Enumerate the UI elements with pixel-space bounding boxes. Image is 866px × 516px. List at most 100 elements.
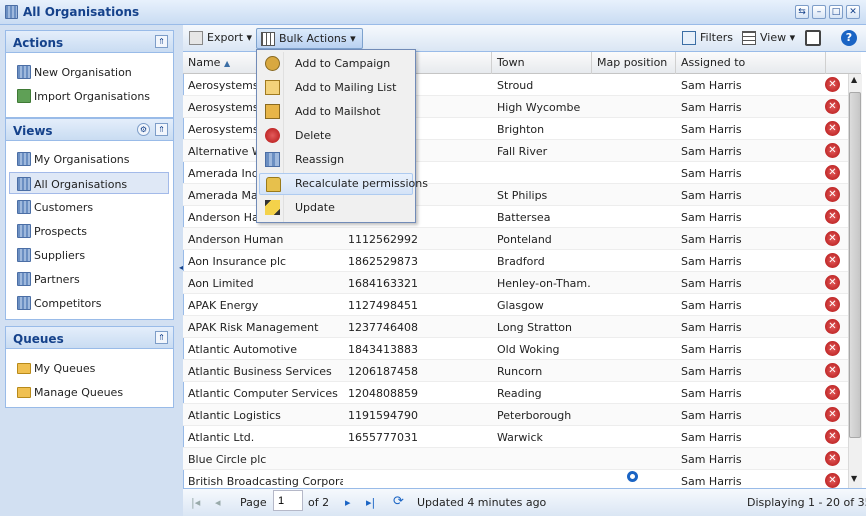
table-row[interactable]: APAK Risk Management 1237746408 Long Strat… xyxy=(183,316,848,338)
delete-icon[interactable]: ✕ xyxy=(825,99,840,114)
first-page-icon[interactable]: |◂ xyxy=(191,496,200,509)
minimize-icon[interactable]: – xyxy=(812,5,826,19)
table-row[interactable]: Atlantic Computer Services 1204808859 Read… xyxy=(183,382,848,404)
scroll-down-icon[interactable]: ▼ xyxy=(851,474,857,483)
menu-item-delete[interactable]: Delete xyxy=(259,125,413,147)
new-organisation-link[interactable]: New Organisation xyxy=(6,61,173,83)
refresh-icon[interactable]: ⟳ xyxy=(393,494,404,509)
delete-icon[interactable]: ✕ xyxy=(825,143,840,158)
actions-panel-title: Actions xyxy=(6,31,173,53)
menu-item-recalculate-permissions[interactable]: Recalculate permissions xyxy=(259,173,428,195)
delete-icon[interactable]: ✕ xyxy=(825,363,840,378)
collapse-icon[interactable]: ⇑ xyxy=(155,35,168,48)
delete-icon[interactable]: ✕ xyxy=(825,231,840,246)
mailshot-icon xyxy=(265,104,280,119)
column-assigned-label: Assigned to xyxy=(681,56,746,69)
menu-item-add-to-mailshot[interactable]: Add to Mailshot xyxy=(259,101,413,123)
table-row[interactable]: Blue Circle plc Sam Harris ✕ xyxy=(183,448,848,470)
maximize-icon[interactable]: □ xyxy=(829,5,843,19)
help-icon[interactable]: ? xyxy=(841,30,857,46)
sort-asc-icon: ▲ xyxy=(223,59,231,68)
menu-item-add-to-campaign[interactable]: Add to Campaign xyxy=(259,53,413,75)
delete-icon[interactable]: ✕ xyxy=(825,473,840,488)
export-button[interactable]: Export ▾ xyxy=(185,28,258,49)
table-row[interactable]: Aon Insurance plc 1862529873 Bradford Sam H… xyxy=(183,250,848,272)
table-row[interactable]: Atlantic Automotive 1843413883 Old Woking S… xyxy=(183,338,848,360)
menu-item-add-to-mailing-list[interactable]: Add to Mailing List xyxy=(259,77,413,99)
delete-icon[interactable]: ✕ xyxy=(825,385,840,400)
prev-page-icon[interactable]: ◂ xyxy=(215,496,221,509)
view-label: Suppliers xyxy=(34,249,86,262)
column-map-label: Map position xyxy=(597,56,668,69)
view-prospects[interactable]: Prospects xyxy=(6,220,173,242)
delete-icon[interactable]: ✕ xyxy=(825,451,840,466)
view-customers[interactable]: Customers xyxy=(6,196,173,218)
table-row[interactable]: Aon Limited 1684163321 Henley-on-Tham… Sam … xyxy=(183,272,848,294)
menu-item-reassign[interactable]: Reassign xyxy=(259,149,413,171)
view-my-organisations[interactable]: My Organisations xyxy=(6,148,173,170)
delete-icon[interactable]: ✕ xyxy=(825,209,840,224)
cell-phone: 1127498451 xyxy=(348,299,418,312)
restore-icon[interactable]: ⇆ xyxy=(795,5,809,19)
table-row[interactable]: Atlantic Logistics 1191594790 Peterborough… xyxy=(183,404,848,426)
view-label: My Organisations xyxy=(34,153,130,166)
view-label: Partners xyxy=(34,273,80,286)
filters-label: Filters xyxy=(700,31,733,44)
delete-icon[interactable]: ✕ xyxy=(825,121,840,136)
last-page-icon[interactable]: ▸| xyxy=(366,496,375,509)
settings-icon[interactable]: ⚙ xyxy=(137,123,150,136)
import-organisations-link[interactable]: Import Organisations xyxy=(6,85,173,107)
column-assigned-to[interactable]: Assigned to xyxy=(676,52,826,74)
collapse-icon[interactable]: ⇑ xyxy=(155,123,168,136)
column-map-position[interactable]: Map position xyxy=(592,52,676,74)
table-row[interactable]: British Broadcasting Corpora… Sam Harris ✕ xyxy=(183,470,848,488)
collapse-icon[interactable]: ⇑ xyxy=(155,331,168,344)
delete-icon[interactable]: ✕ xyxy=(825,319,840,334)
close-icon[interactable]: ✕ xyxy=(846,5,860,19)
delete-icon[interactable]: ✕ xyxy=(825,165,840,180)
view-partners[interactable]: Partners xyxy=(6,268,173,290)
column-town[interactable]: Town xyxy=(492,52,592,74)
delete-icon xyxy=(265,128,280,143)
view-suppliers[interactable]: Suppliers xyxy=(6,244,173,266)
delete-icon[interactable]: ✕ xyxy=(825,253,840,268)
import-organisations-label: Import Organisations xyxy=(34,90,151,103)
table-row[interactable]: APAK Energy 1127498451 Glasgow Sam Harris ✕ xyxy=(183,294,848,316)
cell-assigned-to: Sam Harris xyxy=(681,123,742,136)
next-page-icon[interactable]: ▸ xyxy=(345,496,351,509)
delete-icon[interactable]: ✕ xyxy=(825,77,840,92)
organisation-icon xyxy=(17,200,31,214)
column-name-label: Name xyxy=(188,56,221,69)
bulk-actions-button[interactable]: Bulk Actions ▾ xyxy=(256,28,363,49)
scrollbar-thumb[interactable] xyxy=(849,92,861,438)
delete-icon[interactable]: ✕ xyxy=(825,275,840,290)
filters-button[interactable]: Filters xyxy=(678,28,739,49)
cell-name: Atlantic Logistics xyxy=(188,409,281,422)
delete-icon[interactable]: ✕ xyxy=(825,407,840,422)
table-row[interactable]: Atlantic Ltd. 1655777031 Warwick Sam Harris… xyxy=(183,426,848,448)
delete-icon[interactable]: ✕ xyxy=(825,429,840,444)
menu-item-update[interactable]: Update xyxy=(259,197,413,219)
view-competitors[interactable]: Competitors xyxy=(6,292,173,314)
cell-assigned-to: Sam Harris xyxy=(681,299,742,312)
print-icon[interactable] xyxy=(805,30,821,46)
map-pin-icon[interactable] xyxy=(627,471,638,482)
view-all-organisations[interactable]: All Organisations xyxy=(9,172,169,194)
cell-name: Anderson Human xyxy=(188,233,284,246)
views-panel: Views ⚙ ⇑ My Organisations All Organisat… xyxy=(5,118,174,320)
delete-icon[interactable]: ✕ xyxy=(825,341,840,356)
new-organisation-icon xyxy=(17,65,31,79)
delete-icon[interactable]: ✕ xyxy=(825,187,840,202)
table-row[interactable]: Atlantic Business Services 1206187458 Runc… xyxy=(183,360,848,382)
manage-queues-link[interactable]: Manage Queues xyxy=(6,381,173,403)
mailing-list-icon xyxy=(265,80,280,95)
scroll-up-icon[interactable]: ▲ xyxy=(851,75,857,84)
my-queues-link[interactable]: My Queues xyxy=(6,357,173,379)
page-input[interactable] xyxy=(273,490,303,511)
cell-assigned-to: Sam Harris xyxy=(681,189,742,202)
table-row[interactable]: Anderson Human 1112562992 Ponteland Sam Har… xyxy=(183,228,848,250)
pencil-icon xyxy=(265,200,280,215)
delete-icon[interactable]: ✕ xyxy=(825,297,840,312)
cell-town: Peterborough xyxy=(497,409,572,422)
view-button[interactable]: View ▾ xyxy=(738,28,801,49)
